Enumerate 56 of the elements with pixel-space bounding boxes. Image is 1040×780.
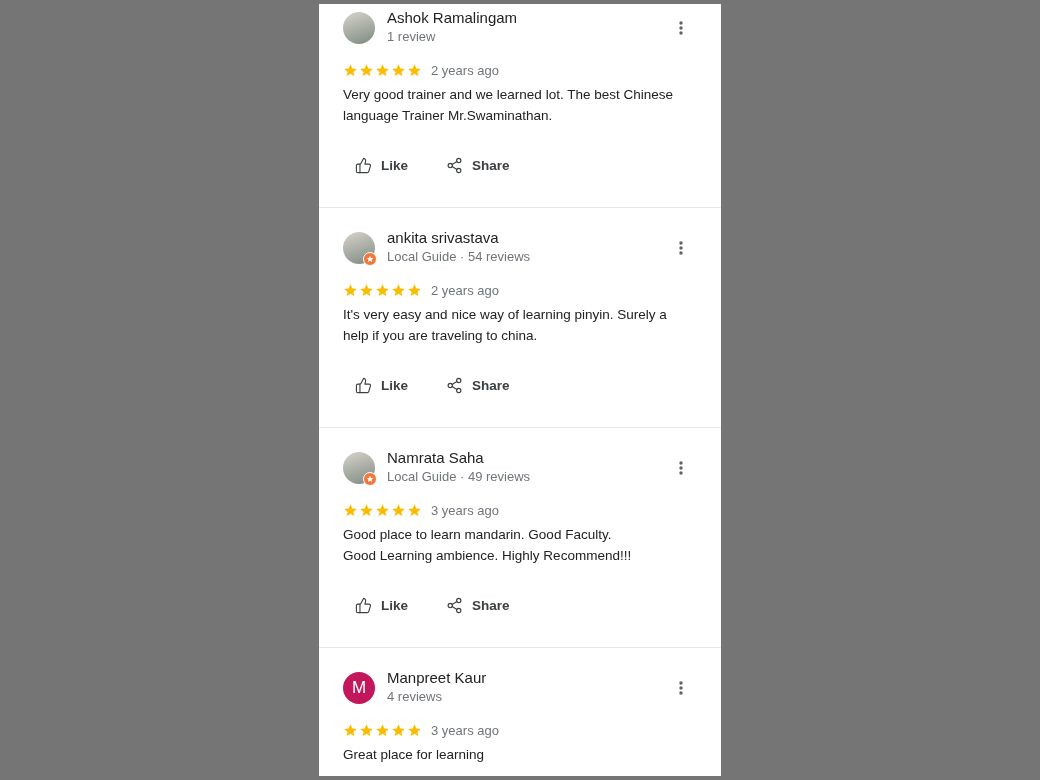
star-icon xyxy=(343,62,358,78)
thumbs-up-icon xyxy=(355,156,372,174)
reviewer-info: 1 review xyxy=(387,27,437,45)
star-icon xyxy=(391,502,406,518)
star-icon xyxy=(375,62,390,78)
star-icon xyxy=(391,62,406,78)
reviewer-name[interactable]: ankita srivastava xyxy=(387,227,657,248)
star-icon xyxy=(359,282,374,298)
reviewer-name[interactable]: Manpreet Kaur xyxy=(387,667,657,688)
star-icon xyxy=(343,282,358,298)
review-text: Very good trainer and we learned lot. The best Chinese language Trainer Mr.Swaminathan. xyxy=(343,86,674,125)
reviewer-info: 4 reviews xyxy=(387,687,443,705)
more-vertical-icon xyxy=(679,461,683,475)
share-button[interactable]: Share xyxy=(434,587,522,623)
star-icon xyxy=(343,722,358,738)
star-icon xyxy=(359,62,374,78)
review-text: Good place to learn mandarin. Good Faculty. Good Learning ambience. Highly Recommend!!! xyxy=(343,526,633,565)
like-button[interactable]: Like xyxy=(343,367,420,403)
review-text: It's very easy and nice way of learning pinyin. Surely a help if you are traveling to china. xyxy=(343,306,668,345)
star-icon xyxy=(359,722,374,738)
star-icon xyxy=(407,502,422,518)
star-icon xyxy=(375,502,390,518)
share-icon xyxy=(446,596,463,614)
more-vertical-icon xyxy=(679,681,683,695)
review-time: 2 years ago xyxy=(431,282,499,298)
more-vertical-icon xyxy=(679,21,683,35)
review-text: Great place for learning xyxy=(343,746,486,764)
star-icon xyxy=(407,722,422,738)
thumbs-up-icon xyxy=(355,376,372,394)
star-icon xyxy=(359,502,374,518)
avatar-photo-placeholder xyxy=(343,452,375,484)
reviewer-info: Local Guide · 54 reviews xyxy=(387,247,532,265)
share-button[interactable]: Share xyxy=(434,147,522,183)
share-button[interactable]: Share xyxy=(434,367,522,403)
letter-avatar: M xyxy=(343,672,375,704)
star-icon xyxy=(375,722,390,738)
star-icon xyxy=(407,62,422,78)
reviewer-name[interactable]: Namrata Saha xyxy=(387,447,657,468)
avatar-photo-placeholder xyxy=(343,232,375,264)
reviewer-info: Local Guide · 49 reviews xyxy=(387,467,532,485)
star-icon xyxy=(391,282,406,298)
review-time: 3 years ago xyxy=(431,722,499,738)
star-icon xyxy=(407,282,422,298)
review-time: 3 years ago xyxy=(431,502,499,518)
star-icon xyxy=(343,502,358,518)
review-time: 2 years ago xyxy=(431,62,499,78)
star-icon xyxy=(375,282,390,298)
share-icon xyxy=(446,156,463,174)
reviewer-name[interactable]: Ashok Ramalingam xyxy=(387,7,657,28)
avatar-photo-placeholder xyxy=(343,12,375,44)
like-button[interactable]: Like xyxy=(343,147,420,183)
thumbs-up-icon xyxy=(355,596,372,614)
like-button[interactable]: Like xyxy=(343,587,420,623)
star-icon xyxy=(391,722,406,738)
share-icon xyxy=(446,376,463,394)
more-vertical-icon xyxy=(679,241,683,255)
